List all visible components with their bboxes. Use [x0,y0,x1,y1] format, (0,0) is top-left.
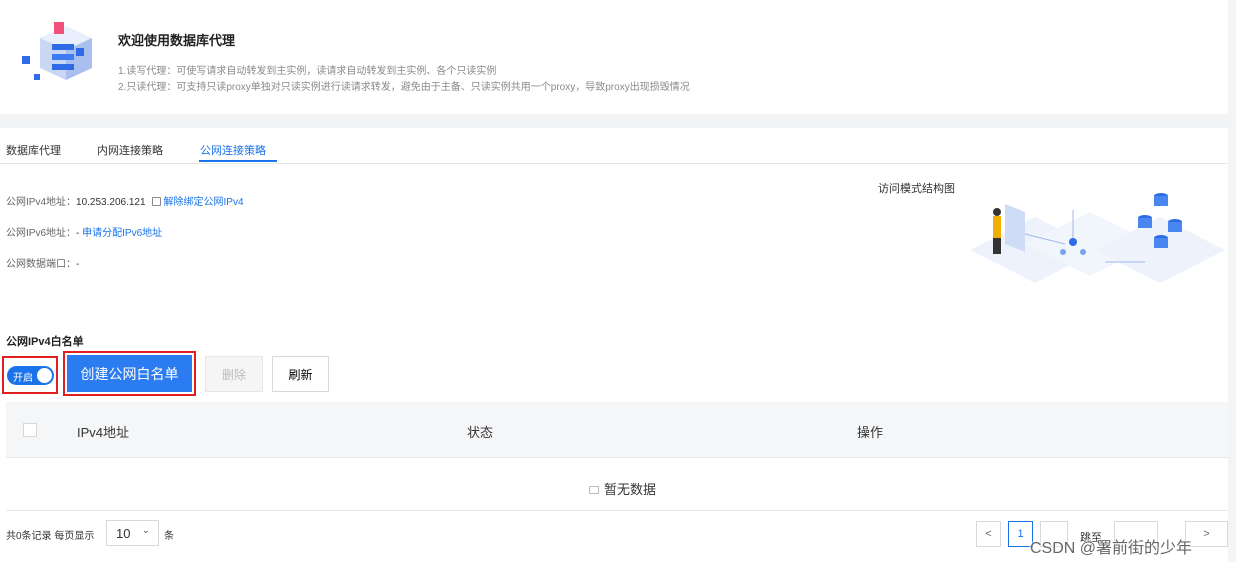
toggle-knob [37,368,52,383]
copy-icon[interactable] [151,197,161,206]
ipv4-address-row: 公网IPv4地址：10.253.206.121 解除绑定公网IPv4 [6,193,244,208]
banner-description-line-1: 1.读写代理：可使写请求自动转发到主实例，读请求自动转发到主实例、各个只读实例 [118,66,497,77]
select-all-checkbox[interactable] [23,423,37,437]
apply-ipv6-link[interactable]: 申请分配IPv6地址 [82,228,162,239]
tab-public-network-policy[interactable]: 公网连接策略 [200,142,266,158]
data-port-label: 公网数据端口： [6,259,76,270]
tab-bar: 数据库代理 内网连接策略 公网连接策略 [0,128,1228,164]
page-size-value: 10 [116,526,131,541]
banner-description-line-2: 2.只读代理：可支持只读proxy单独对只读实例进行读请求转发，避免由于主备、只… [118,82,690,93]
page-size-select[interactable]: 10 ⌄ [106,520,159,546]
empty-box-icon [589,486,599,494]
empty-state-text: 暂无数据 [604,482,657,497]
active-tab-indicator [199,160,277,162]
record-summary: 共0条记录 每页显示 [6,531,95,542]
tab-intranet-policy[interactable]: 内网连接策略 [97,142,163,158]
empty-state: 暂无数据 [589,479,656,498]
chevron-down-icon: ⌄ [141,525,150,536]
column-actions: 操作 [857,425,884,440]
toggle-label: 开启 [13,373,33,384]
section-divider [0,114,1228,128]
table-empty-row: 暂无数据 [6,458,1228,511]
create-whitelist-button[interactable]: 创建公网白名单 [67,355,192,392]
whitelist-enable-toggle[interactable]: 开启 [7,366,54,385]
tab-database-proxy[interactable]: 数据库代理 [6,142,61,158]
data-port-row: 公网数据端口：- [6,255,79,270]
ipv4-address-value: 10.253.206.121 [76,197,146,208]
prev-page-button[interactable]: < [976,521,1001,547]
ipv4-whitelist-title: 公网IPv4白名单 [6,336,84,348]
unbind-ipv4-link[interactable]: 解除绑定公网IPv4 [164,197,244,208]
page-size-unit: 条 [164,531,174,542]
refresh-button[interactable]: 刷新 [272,356,329,392]
diagram-title: 访问模式结构图 [878,183,955,195]
access-mode-diagram [970,193,1225,283]
csdn-watermark: CSDN @署前街的少年 [1030,540,1193,557]
table-header: IPv4地址 状态 操作 [6,402,1228,458]
ipv6-address-label: 公网IPv6地址： [6,228,77,239]
welcome-banner: 欢迎使用数据库代理 1.读写代理：可使写请求自动转发到主实例，读请求自动转发到主… [0,0,1228,114]
delete-button[interactable]: 删除 [205,356,263,392]
database-proxy-illustration [22,22,92,80]
ipv6-address-row: 公网IPv6地址：- 申请分配IPv6地址 [6,224,162,239]
data-port-value: - [76,259,80,270]
banner-title: 欢迎使用数据库代理 [118,33,236,48]
column-ipv4-address: IPv4地址 [77,425,130,440]
column-status: 状态 [467,425,494,440]
ipv4-address-label: 公网IPv4地址： [6,197,77,208]
